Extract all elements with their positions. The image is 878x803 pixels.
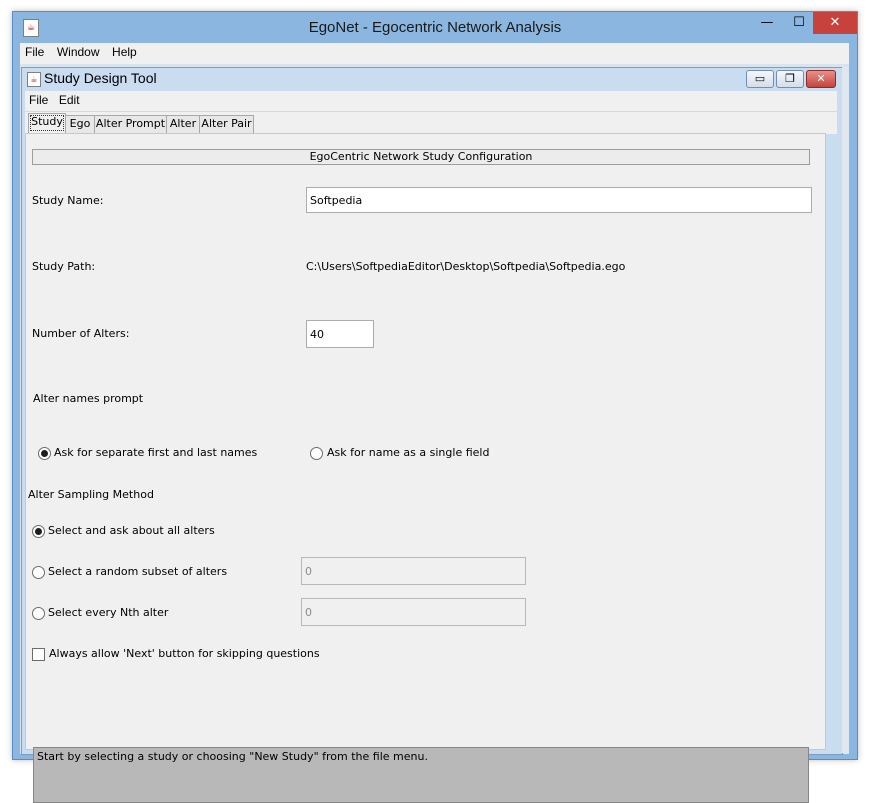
number-of-alters-label: Number of Alters: xyxy=(32,327,130,340)
desktop-pane: ☕ Study Design Tool ▭ ❐ ✕ File Edit Stud… xyxy=(20,64,849,803)
study-design-tool-frame: ☕ Study Design Tool ▭ ❐ ✕ File Edit Stud… xyxy=(21,67,843,803)
maximize-window-button[interactable]: ☐ xyxy=(783,12,815,34)
every-nth-label: Select every Nth alter xyxy=(48,606,169,619)
single-field-radio[interactable] xyxy=(310,447,323,460)
separate-names-label: Ask for separate first and last names xyxy=(54,446,258,459)
alter-names-prompt-label: Alter names prompt xyxy=(33,392,144,405)
study-tab-panel: EgoCentric Network Study Configuration S… xyxy=(25,133,826,803)
single-field-label: Ask for name as a single field xyxy=(327,446,490,459)
menu-help[interactable]: Help xyxy=(108,43,141,61)
random-subset-label: Select a random subset of alters xyxy=(48,565,228,578)
random-subset-radio[interactable] xyxy=(32,566,45,579)
random-subset-input[interactable] xyxy=(301,557,526,585)
frame-java-icon: ☕ xyxy=(27,72,41,87)
frame-restore-button[interactable]: ❐ xyxy=(776,70,804,88)
separate-names-radio[interactable] xyxy=(38,447,51,460)
frame-minimize-button[interactable]: ▭ xyxy=(746,70,774,88)
window-title: EgoNet - Egocentric Network Analysis xyxy=(308,19,562,36)
section-header: EgoCentric Network Study Configuration xyxy=(32,149,810,165)
close-window-button[interactable]: ✕ xyxy=(813,12,857,34)
alter-sampling-label: Alter Sampling Method xyxy=(28,488,154,501)
allow-next-checkbox[interactable] xyxy=(32,648,45,661)
tab-ego[interactable]: Ego xyxy=(65,115,95,133)
study-name-input[interactable] xyxy=(306,187,812,213)
tab-alter[interactable]: Alter xyxy=(166,115,200,133)
all-alters-radio[interactable] xyxy=(32,525,45,538)
frame-menu-edit[interactable]: Edit xyxy=(56,91,83,109)
every-nth-input[interactable] xyxy=(301,598,526,626)
minimize-window-button[interactable]: — xyxy=(751,12,783,34)
app-window: ☕ EgoNet - Egocentric Network Analysis —… xyxy=(12,11,858,803)
tab-alter-pair[interactable]: Alter Pair xyxy=(199,115,254,133)
menu-file[interactable]: File xyxy=(21,43,48,61)
allow-next-label: Always allow 'Next' button for skipping … xyxy=(49,647,320,660)
tab-strip: Study Ego Alter Prompt Alter Alter Pair xyxy=(25,112,837,134)
frame-close-button[interactable]: ✕ xyxy=(806,70,836,88)
desktop-scrollbar[interactable] xyxy=(842,67,849,753)
window-titlebar[interactable]: ☕ EgoNet - Egocentric Network Analysis —… xyxy=(13,12,857,42)
frame-menu-file[interactable]: File xyxy=(26,91,51,109)
status-message-area: Start by selecting a study or choosing "… xyxy=(33,747,809,803)
frame-menubar: File Edit xyxy=(25,91,837,111)
internal-frame-title: Study Design Tool xyxy=(44,70,157,86)
tab-alter-prompt[interactable]: Alter Prompt xyxy=(94,115,167,133)
menu-window[interactable]: Window xyxy=(53,43,104,61)
internal-frame-titlebar[interactable]: ☕ Study Design Tool ▭ ❐ ✕ xyxy=(22,68,842,90)
all-alters-label: Select and ask about all alters xyxy=(48,524,215,537)
main-menubar: File Window Help xyxy=(20,43,849,65)
every-nth-radio[interactable] xyxy=(32,607,45,620)
study-name-label: Study Name: xyxy=(32,194,104,207)
tab-study[interactable]: Study xyxy=(28,113,66,133)
study-path-label: Study Path: xyxy=(32,260,96,273)
study-path-value: C:\Users\SoftpediaEditor\Desktop\Softped… xyxy=(306,260,626,273)
number-of-alters-input[interactable] xyxy=(306,320,374,348)
